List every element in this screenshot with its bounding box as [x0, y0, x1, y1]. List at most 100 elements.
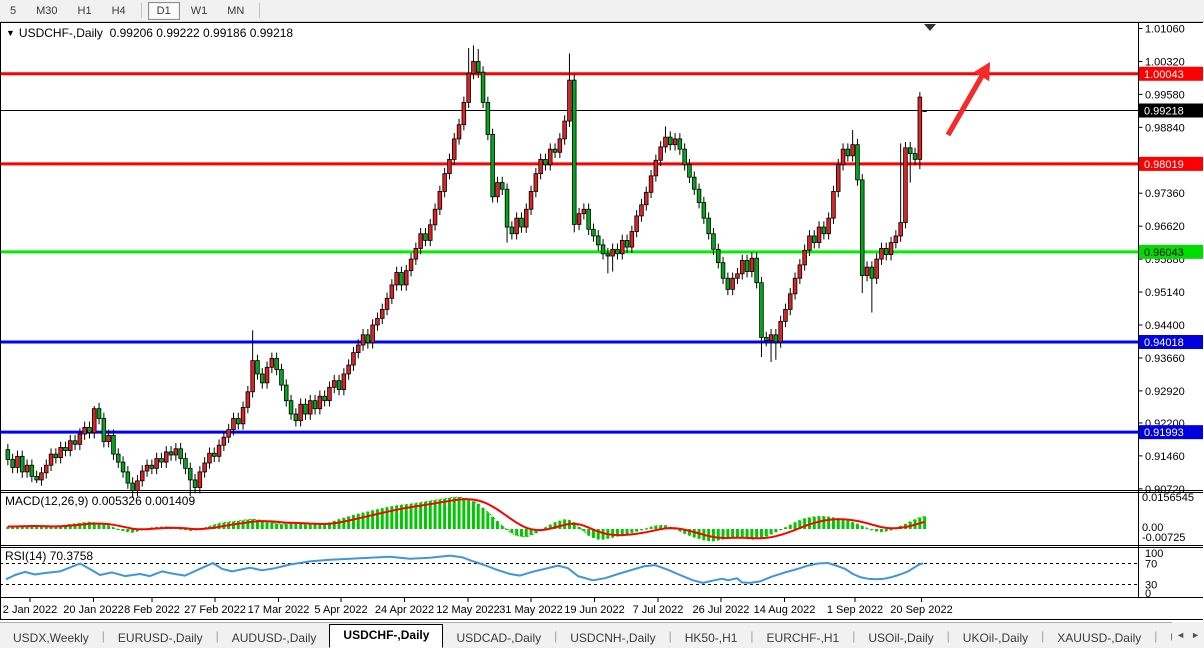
candle-body — [380, 309, 384, 318]
candle-body — [812, 236, 816, 243]
candle-body — [558, 139, 562, 152]
tab-eurusd-daily[interactable]: EURUSD-,Daily — [105, 629, 216, 648]
chart-ohlc-values: 0.99206 0.99222 0.99186 0.99218 — [110, 26, 294, 40]
candle-body — [875, 259, 879, 278]
candlestick-chart[interactable]: 1.010601.003200.995800.988400.973600.966… — [0, 22, 1204, 621]
tab-scroll-arrows: ◄ ► — [1172, 622, 1204, 647]
candle-body — [385, 298, 389, 309]
candle-body — [35, 476, 39, 480]
macd-histogram-bar — [712, 529, 715, 541]
tab-usdx-weekly[interactable]: USDX,Weekly — [0, 629, 102, 648]
candle-body — [539, 159, 543, 173]
candle-body — [294, 414, 298, 421]
candle-body — [284, 385, 288, 401]
candle-body — [808, 236, 812, 250]
candle-body — [788, 294, 792, 310]
candle-body — [760, 283, 764, 338]
current-price-badge-text: 0.99218 — [1144, 106, 1184, 118]
macd-histogram-bar — [462, 498, 465, 529]
rsi-axis-label: 70 — [1145, 559, 1157, 571]
toolbar-separator — [141, 3, 142, 18]
candle-body — [515, 218, 519, 234]
candle-body — [529, 191, 533, 209]
toolbar-separator — [259, 3, 260, 18]
price-axis-label: 0.97360 — [1145, 188, 1185, 200]
candle-body — [270, 358, 274, 367]
candle-body — [769, 335, 773, 341]
macd-histogram-bar — [851, 522, 854, 529]
candle-body — [640, 205, 644, 216]
candle-body — [904, 148, 908, 223]
candle-body — [92, 409, 96, 433]
candle-body — [736, 274, 740, 278]
candle-body — [894, 236, 898, 243]
macd-axis-label: 0.0156545 — [1142, 492, 1194, 504]
candle-body — [236, 418, 240, 423]
candle-body — [683, 149, 687, 165]
collapse-indicators-icon[interactable]: ▼ — [6, 28, 15, 38]
timeframe-button-mn[interactable]: MN — [218, 2, 253, 20]
macd-name: MACD(12,26,9) — [5, 494, 88, 508]
tab-usoil-daily[interactable]: USOil-,Daily — [855, 629, 946, 648]
candle-body — [860, 180, 864, 276]
timeframe-button-d1[interactable]: D1 — [148, 2, 180, 20]
date-axis-label: 31 May 2022 — [499, 604, 563, 616]
candle-body — [246, 392, 250, 408]
candle-body — [587, 209, 591, 229]
price-axis-label: 0.93660 — [1145, 353, 1185, 365]
candle-body — [457, 125, 461, 139]
candle-body — [611, 249, 615, 256]
macd-histogram-bar — [318, 524, 321, 529]
candle-body — [534, 174, 538, 192]
candle-body — [404, 271, 408, 285]
candle-body — [918, 97, 922, 159]
macd-histogram-bar — [578, 527, 581, 529]
price-axis-label: 0.95140 — [1145, 287, 1185, 299]
macd-histogram-bar — [102, 524, 105, 529]
candle-body — [88, 427, 92, 432]
candle-body — [241, 407, 245, 423]
candle-body — [179, 449, 183, 459]
macd-histogram-bar — [357, 514, 360, 529]
chart-shift-marker-icon[interactable] — [924, 24, 936, 31]
macd-histogram-bar — [611, 529, 614, 537]
timeframe-button-m30[interactable]: M30 — [27, 2, 66, 20]
macd-histogram-bar — [731, 529, 734, 537]
candle-body — [908, 148, 912, 154]
timeframe-button-h4[interactable]: H4 — [103, 2, 135, 20]
tab-usdcnh-daily[interactable]: USDCNH-,Daily — [557, 629, 668, 648]
candle-body — [265, 367, 269, 383]
macd-histogram-bar — [299, 524, 302, 529]
tab-scroll-left-icon[interactable]: ◄ — [1176, 630, 1185, 640]
candle-body — [740, 260, 744, 273]
macd-histogram-bar — [347, 517, 350, 529]
timeframe-button-h1[interactable]: H1 — [69, 2, 101, 20]
macd-histogram-bar — [741, 529, 744, 538]
candle-body — [620, 240, 624, 253]
candle-body — [112, 435, 116, 454]
candle-body — [481, 72, 485, 102]
macd-histogram-bar — [736, 529, 739, 537]
tab-scroll-right-icon[interactable]: ► — [1191, 630, 1200, 640]
candle-body — [332, 381, 336, 388]
candle-body — [702, 203, 706, 219]
tab-eurchf-h1[interactable]: EURCHF-,H1 — [754, 629, 853, 648]
tab-audusd-daily[interactable]: AUDUSD-,Daily — [219, 629, 330, 648]
tab-xauusd-daily[interactable]: XAUUSD-,Daily — [1044, 629, 1154, 648]
candle-body — [323, 396, 327, 400]
timeframe-button-w1[interactable]: W1 — [182, 2, 217, 20]
rsi-line — [6, 556, 923, 583]
candle-body — [366, 335, 370, 343]
tab-usdchf-daily[interactable]: USDCHF-,Daily — [329, 624, 443, 648]
chart-window[interactable]: 1.010601.003200.995800.988400.973600.966… — [0, 22, 1204, 621]
candle-body — [280, 370, 284, 386]
tab-usdcad-daily[interactable]: USDCAD-,Daily — [443, 629, 554, 648]
candle-body — [352, 353, 356, 365]
candle-body — [30, 465, 34, 476]
candle-body — [649, 176, 653, 192]
timeframe-button-5[interactable]: 5 — [1, 2, 25, 20]
tab-ukoil-daily[interactable]: UKOil-,Daily — [950, 629, 1041, 648]
macd-histogram-bar — [726, 529, 729, 538]
macd-indicator-label: MACD(12,26,9) 0.005326 0.001409 — [5, 494, 195, 508]
tab-hk50-h1[interactable]: HK50-,H1 — [672, 629, 751, 648]
